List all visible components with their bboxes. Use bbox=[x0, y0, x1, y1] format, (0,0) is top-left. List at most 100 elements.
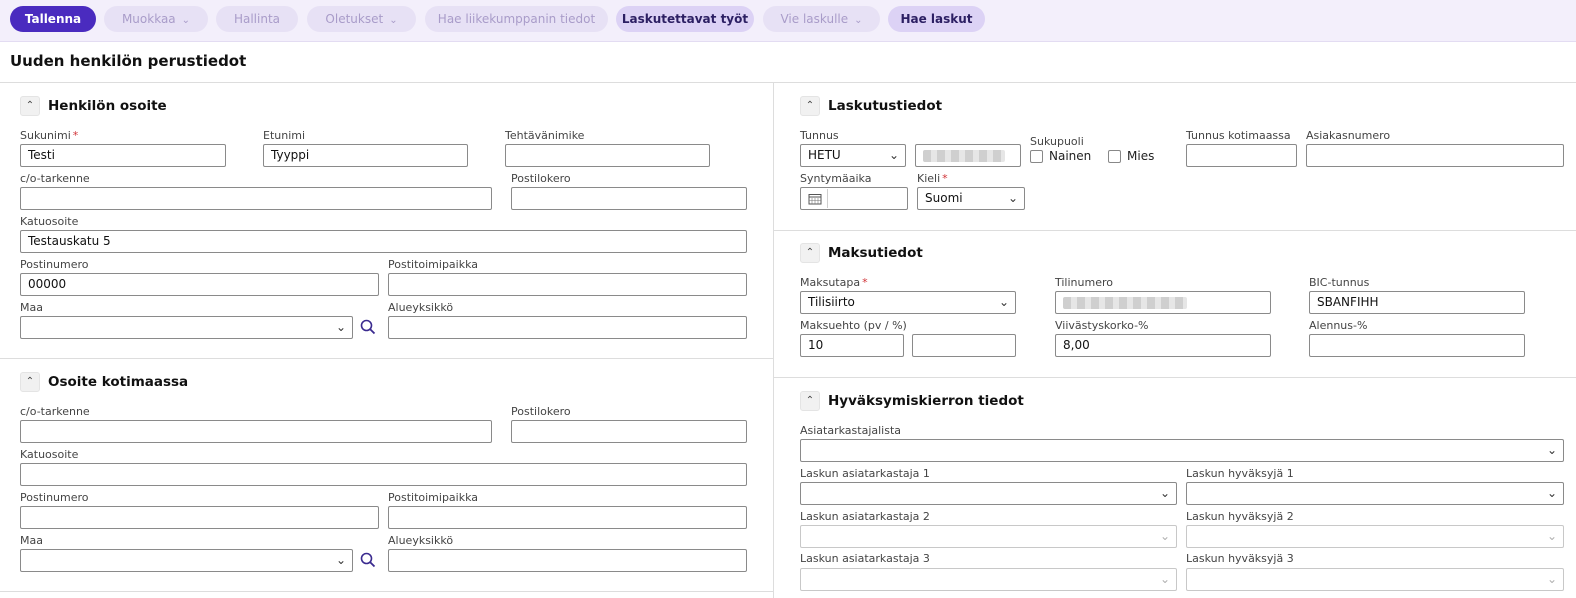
home-region-label: Alueyksikkö bbox=[388, 534, 454, 547]
street-input[interactable]: Testauskatu 5 bbox=[20, 230, 747, 253]
region-input[interactable] bbox=[388, 316, 747, 339]
save-label: Tallenna bbox=[24, 12, 82, 26]
terms-percent-input[interactable] bbox=[912, 334, 1016, 357]
fetch-invoices-button[interactable]: Hae laskut bbox=[888, 6, 985, 32]
chevron-down-icon: ⌄ bbox=[1159, 529, 1170, 543]
customer-no-input[interactable] bbox=[1306, 144, 1564, 167]
terms-days-input[interactable]: 10 bbox=[800, 334, 904, 357]
chevron-down-icon: ⌄ bbox=[1546, 486, 1557, 500]
jobtitle-input[interactable] bbox=[505, 144, 710, 167]
section-title-billing: Laskutustiedot bbox=[828, 98, 943, 114]
fetch-partner-button[interactable]: Hae liikekumppanin tiedot bbox=[425, 6, 608, 32]
approver2-select[interactable]: ⌄ bbox=[1186, 525, 1564, 548]
zip-input[interactable]: 00000 bbox=[20, 273, 379, 296]
billable-work-label: Laskutettavat työt bbox=[621, 12, 749, 26]
discount-label: Alennus-% bbox=[1309, 319, 1368, 332]
discount-input[interactable] bbox=[1309, 334, 1525, 357]
send-to-invoice-label: Vie laskulle bbox=[780, 12, 849, 26]
home-street-input[interactable] bbox=[20, 463, 747, 486]
collapse-approval-button[interactable]: ⌃ bbox=[800, 391, 820, 411]
home-pobox-input[interactable] bbox=[511, 420, 747, 443]
gender-label: Sukupuoli bbox=[1030, 135, 1084, 148]
firstname-input[interactable]: Tyyppi bbox=[263, 144, 468, 167]
country-select[interactable]: ⌄ bbox=[20, 316, 353, 339]
billable-work-button[interactable]: Laskutettavat työt bbox=[616, 6, 754, 32]
toolbar: Tallenna Muokkaa ⌄ Hallinta Oletukset ⌄ Ha… bbox=[0, 0, 1576, 42]
chevron-up-icon: ⌃ bbox=[25, 376, 35, 387]
calendar-icon[interactable] bbox=[802, 189, 828, 208]
manage-button[interactable]: Hallinta bbox=[216, 6, 298, 32]
bic-label: BIC-tunnus bbox=[1309, 276, 1370, 289]
fetch-partner-label: Hae liikekumppanin tiedot bbox=[437, 12, 596, 26]
chevron-down-icon: ⌄ bbox=[335, 553, 346, 567]
collapse-home-address-button[interactable]: ⌃ bbox=[20, 372, 40, 392]
pobox-input[interactable] bbox=[511, 187, 747, 210]
redacted-value bbox=[1063, 297, 1187, 309]
collapse-payment-button[interactable]: ⌃ bbox=[800, 243, 820, 263]
id-number-input[interactable] bbox=[915, 144, 1021, 167]
required-marker: * bbox=[72, 129, 79, 142]
home-region-input[interactable] bbox=[388, 549, 747, 572]
chevron-up-icon: ⌃ bbox=[25, 100, 35, 111]
country-label: Maa bbox=[20, 301, 43, 314]
home-country-select[interactable]: ⌄ bbox=[20, 549, 353, 572]
home-co-label: c/o-tarkenne bbox=[20, 405, 90, 418]
save-button[interactable]: Tallenna bbox=[10, 6, 96, 32]
co-input[interactable] bbox=[20, 187, 492, 210]
home-co-input[interactable] bbox=[20, 420, 492, 443]
chevron-down-icon: ⌄ bbox=[1546, 572, 1557, 586]
region-label: Alueyksikkö bbox=[388, 301, 454, 314]
late-interest-label: Viivästyskorko-% bbox=[1055, 319, 1149, 332]
birthdate-input[interactable] bbox=[800, 187, 908, 210]
bic-input[interactable]: SBANFIHH bbox=[1309, 291, 1525, 314]
reviewer-list-select[interactable]: ⌄ bbox=[800, 439, 1564, 462]
city-input[interactable] bbox=[388, 273, 747, 296]
female-checkbox[interactable] bbox=[1030, 150, 1043, 163]
chevron-up-icon: ⌃ bbox=[805, 395, 815, 406]
late-interest-input[interactable]: 8,00 bbox=[1055, 334, 1271, 357]
chevron-down-icon: ⌄ bbox=[389, 15, 398, 26]
id-label: Tunnus bbox=[800, 129, 839, 142]
language-select[interactable]: Suomi ⌄ bbox=[917, 187, 1025, 210]
home-city-input[interactable] bbox=[388, 506, 747, 529]
divider bbox=[774, 230, 1576, 231]
collapse-billing-button[interactable]: ⌃ bbox=[800, 96, 820, 116]
collapse-person-address-button[interactable]: ⌃ bbox=[20, 96, 40, 116]
jobtitle-label: Tehtävänimike bbox=[505, 129, 585, 142]
chevron-down-icon: ⌄ bbox=[998, 295, 1009, 309]
send-to-invoice-menu-button[interactable]: Vie laskulle ⌄ bbox=[763, 6, 880, 32]
approver1-select[interactable]: ⌄ bbox=[1186, 482, 1564, 505]
reviewer1-select[interactable]: ⌄ bbox=[800, 482, 1177, 505]
city-label: Postitoimipaikka bbox=[388, 258, 479, 271]
male-checkbox[interactable] bbox=[1108, 150, 1121, 163]
id-type-value: HETU bbox=[808, 148, 841, 162]
terms-label: Maksuehto (pv / %) bbox=[800, 319, 907, 332]
home-zip-input[interactable] bbox=[20, 506, 379, 529]
home-id-label: Tunnus kotimaassa bbox=[1186, 129, 1291, 142]
search-icon[interactable] bbox=[359, 551, 377, 569]
payment-method-label: Maksutapa * bbox=[800, 276, 868, 289]
account-input[interactable] bbox=[1055, 291, 1271, 314]
reviewer2-select[interactable]: ⌄ bbox=[800, 525, 1177, 548]
chevron-down-icon: ⌄ bbox=[888, 148, 899, 162]
divider bbox=[0, 358, 773, 359]
search-icon[interactable] bbox=[359, 318, 377, 336]
reviewer3-select[interactable]: ⌄ bbox=[800, 568, 1177, 591]
home-id-input[interactable] bbox=[1186, 144, 1297, 167]
defaults-menu-button[interactable]: Oletukset ⌄ bbox=[307, 6, 416, 32]
chevron-down-icon: ⌄ bbox=[1546, 443, 1557, 457]
approver3-label: Laskun hyväksyjä 3 bbox=[1186, 552, 1294, 565]
approver3-select[interactable]: ⌄ bbox=[1186, 568, 1564, 591]
id-type-select[interactable]: HETU ⌄ bbox=[800, 144, 906, 167]
section-title-payment: Maksutiedot bbox=[828, 245, 923, 261]
home-zip-label: Postinumero bbox=[20, 491, 89, 504]
required-marker: * bbox=[942, 172, 948, 185]
section-title-home-address: Osoite kotimaassa bbox=[48, 374, 189, 390]
payment-method-select[interactable]: Tilisiirto ⌄ bbox=[800, 291, 1016, 314]
fetch-invoices-label: Hae laskut bbox=[900, 12, 973, 26]
lastname-input[interactable]: Testi bbox=[20, 144, 226, 167]
lastname-label: Sukunimi * bbox=[20, 129, 78, 142]
section-title-approval: Hyväksymiskierron tiedot bbox=[828, 393, 1024, 409]
language-label-text: Kieli bbox=[917, 172, 941, 185]
edit-menu-button[interactable]: Muokkaa ⌄ bbox=[104, 6, 208, 32]
